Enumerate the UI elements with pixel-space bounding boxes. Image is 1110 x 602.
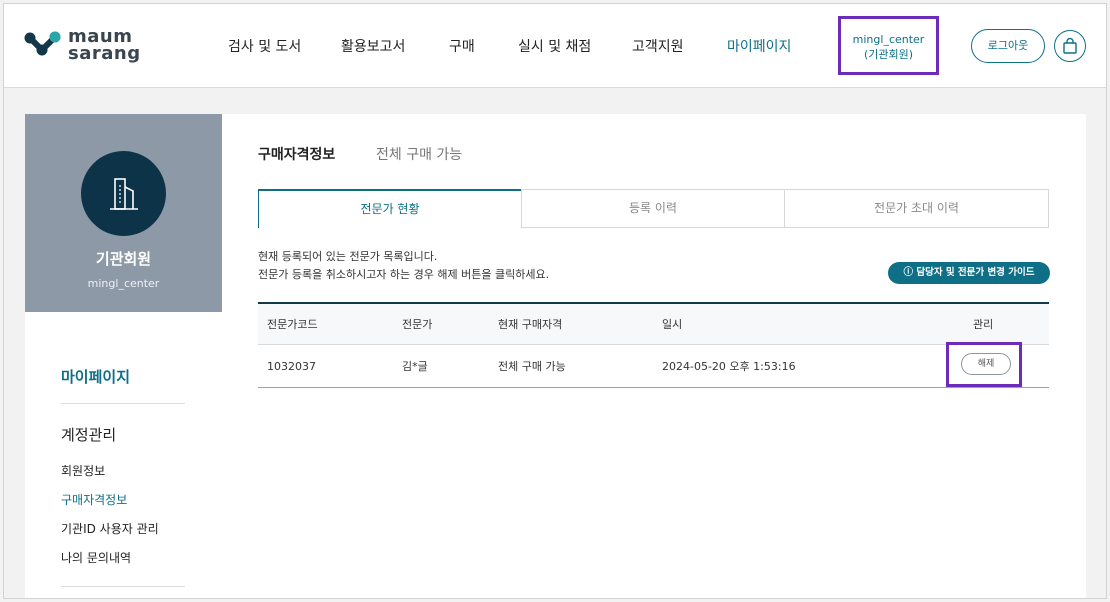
description-line-2: 전문가 등록을 취소하시고자 하는 경우 해제 버튼을 클릭하세요. [258, 268, 550, 281]
browser-frame: maum sarang 검사 및 도서 활용보고서 구매 실시 및 채점 고객지… [3, 3, 1107, 599]
header-manage: 관리 [973, 318, 994, 331]
table-header: 전문가코드 전문가 현재 구매자격 일시 관리 [258, 302, 1049, 345]
tab-bar: 전문가 현황 등록 이력 전문가 초대 이력 [258, 189, 1049, 228]
header-qualification: 현재 구매자격 [498, 318, 563, 331]
nav-item-administer-score[interactable]: 실시 및 채점 [518, 36, 591, 56]
maum-sarang-logo[interactable]: maum sarang [24, 28, 154, 68]
sidebar-item-my-inquiries[interactable]: 나의 문의내역 [61, 549, 131, 566]
nav-item-support[interactable]: 고객지원 [632, 36, 684, 56]
profile-id: mingl_center [87, 277, 160, 290]
sidebar-group-title: 계정관리 [61, 426, 117, 444]
cell-expert: 김*글 [402, 360, 428, 373]
main-content: 구매자격정보 전체 구매 가능 전문가 현황 등록 이력 전문가 초대 이력 현… [222, 114, 1086, 598]
header-datetime: 일시 [662, 318, 683, 331]
logo-mark-icon [24, 31, 61, 56]
sidebar: 기관회원 mingl_center 마이페이지 계정관리 회원정보 구매자격정보… [25, 114, 222, 598]
avatar [81, 151, 166, 236]
logout-button[interactable]: 로그아웃 [971, 29, 1045, 63]
nav-item-reports[interactable]: 활용보고서 [341, 36, 405, 56]
shopping-bag-icon [1063, 38, 1077, 54]
sidebar-title[interactable]: 마이페이지 [61, 366, 130, 387]
nav-item-purchase[interactable]: 구매 [449, 36, 475, 56]
nav-item-mypage[interactable]: 마이페이지 [727, 36, 791, 56]
user-account-info[interactable]: mingl_center (기관회원) [838, 16, 939, 75]
change-guide-button[interactable]: ⓘ 담당자 및 전문가 변경 가이드 [888, 262, 1050, 284]
nav-item-tests-books[interactable]: 검사 및 도서 [228, 36, 301, 56]
cart-button[interactable] [1054, 30, 1086, 62]
user-id: mingl_center [852, 33, 925, 46]
user-type: (기관회원) [863, 48, 914, 61]
sidebar-divider [61, 586, 185, 587]
release-button[interactable]: 해제 [961, 353, 1011, 375]
sidebar-item-institution-users[interactable]: 기관ID 사용자 관리 [61, 520, 159, 537]
cell-code: 1032037 [267, 360, 316, 373]
header-code: 전문가코드 [267, 318, 318, 331]
qualification-status: 전체 구매 가능 [376, 147, 463, 163]
cell-qualification: 전체 구매 가능 [498, 360, 566, 373]
tab-expert-status[interactable]: 전문가 현황 [258, 189, 522, 228]
site-header: maum sarang 검사 및 도서 활용보고서 구매 실시 및 채점 고객지… [4, 4, 1106, 88]
cell-datetime: 2024-05-20 오후 1:53:16 [662, 360, 796, 373]
logo-line-2: sarang [68, 43, 141, 64]
profile-type: 기관회원 [95, 250, 152, 268]
building-icon [110, 178, 138, 210]
sidebar-item-member-info[interactable]: 회원정보 [61, 462, 105, 479]
release-highlight: 해제 [946, 342, 1022, 387]
profile-card: 기관회원 mingl_center [25, 114, 222, 312]
tab-registration-history[interactable]: 등록 이력 [521, 189, 785, 228]
table-row: 1032037 김*글 전체 구매 가능 2024-05-20 오후 1:53:… [258, 345, 1049, 388]
logo-text: maum sarang [68, 28, 141, 64]
description-line-1: 현재 등록되어 있는 전문가 목록입니다. [258, 250, 438, 263]
sidebar-divider [61, 403, 185, 404]
description: 현재 등록되어 있는 전문가 목록입니다. 전문가 등록을 취소하시고자 하는 … [258, 248, 549, 284]
tab-invitation-history[interactable]: 전문가 초대 이력 [784, 189, 1049, 228]
page-title: 구매자격정보 [258, 147, 336, 163]
header-expert: 전문가 [402, 318, 433, 331]
sidebar-item-purchase-qualification[interactable]: 구매자격정보 [61, 491, 127, 508]
